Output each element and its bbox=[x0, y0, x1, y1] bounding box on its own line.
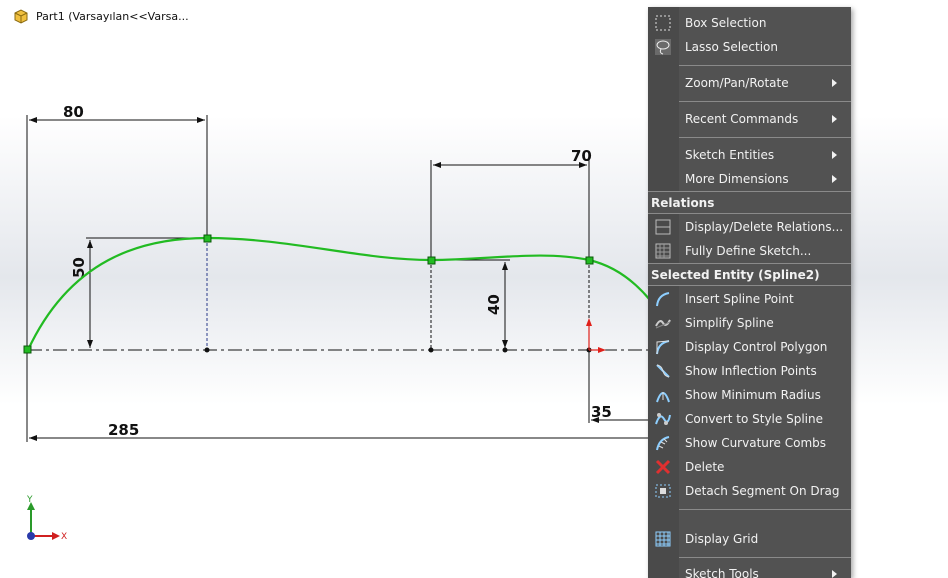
dimension-text-40[interactable]: 40 bbox=[485, 294, 503, 315]
menu-item-box-selection[interactable]: Box Selection bbox=[648, 11, 851, 35]
menu-item-label: Lasso Selection bbox=[685, 40, 778, 54]
menu-item-fully-define-sketch[interactable]: Fully Define Sketch... bbox=[648, 239, 851, 263]
menu-separator bbox=[679, 137, 851, 138]
spline-point[interactable] bbox=[427, 256, 436, 265]
submenu-arrow-icon bbox=[832, 175, 837, 183]
menu-item-delete[interactable]: Delete bbox=[648, 455, 851, 479]
submenu-arrow-icon bbox=[832, 570, 837, 578]
menu-item-label: Zoom/Pan/Rotate bbox=[685, 76, 789, 90]
menu-item-detach-segment-on-drag[interactable]: Detach Segment On Drag bbox=[648, 479, 851, 503]
menu-separator bbox=[679, 509, 851, 510]
menu-separator bbox=[679, 101, 851, 102]
menu-item-simplify-spline[interactable]: Simplify Spline bbox=[648, 311, 851, 335]
menu-item-lasso-selection[interactable]: Lasso Selection bbox=[648, 35, 851, 59]
menu-item-label: Recent Commands bbox=[685, 112, 799, 126]
dimension-text-285[interactable]: 285 bbox=[108, 421, 139, 439]
menu-item-label: Convert to Style Spline bbox=[685, 412, 823, 426]
control-polygon-icon bbox=[653, 337, 673, 357]
spline-point[interactable] bbox=[23, 345, 32, 354]
curvature-combs-icon bbox=[653, 433, 673, 453]
menu-item-label: Fully Define Sketch... bbox=[685, 244, 812, 258]
box-selection-icon bbox=[653, 13, 673, 33]
menu-item-label: Show Curvature Combs bbox=[685, 436, 827, 450]
x-axis-label: X bbox=[61, 532, 67, 542]
spline-curve[interactable] bbox=[27, 236, 651, 351]
submenu-arrow-icon bbox=[832, 115, 837, 123]
menu-item-recent-commands[interactable]: Recent Commands bbox=[648, 107, 851, 131]
menu-item-label: Display/Delete Relations... bbox=[685, 220, 844, 234]
menu-item-label: Detach Segment On Drag bbox=[685, 484, 840, 498]
simplify-spline-icon bbox=[653, 313, 673, 333]
menu-item-sketch-entities[interactable]: Sketch Entities bbox=[648, 143, 851, 167]
menu-item-zoom-pan-rotate[interactable]: Zoom/Pan/Rotate bbox=[648, 71, 851, 95]
menu-item-label: Simplify Spline bbox=[685, 316, 774, 330]
menu-item-label: More Dimensions bbox=[685, 172, 789, 186]
selected-entity-header: Selected Entity (Spline2) bbox=[648, 263, 851, 286]
submenu-arrow-icon bbox=[832, 79, 837, 87]
y-axis-label: Y bbox=[26, 495, 33, 505]
menu-item-convert-to-style-spline[interactable]: Convert to Style Spline bbox=[648, 407, 851, 431]
sketch-point[interactable] bbox=[502, 347, 508, 353]
insert-spline-point-icon bbox=[653, 289, 673, 309]
style-spline-icon bbox=[653, 409, 673, 429]
dimension-text-35[interactable]: 35 bbox=[591, 403, 612, 421]
menu-item-display-delete-relations[interactable]: Display/Delete Relations... bbox=[648, 215, 851, 239]
menu-item-display-grid[interactable]: Display Grid bbox=[648, 527, 851, 551]
detach-segment-icon bbox=[653, 481, 673, 501]
menu-item-label: Sketch Tools bbox=[685, 567, 759, 578]
menu-item-show-inflection-points[interactable]: Show Inflection Points bbox=[648, 359, 851, 383]
menu-item-label: Display Grid bbox=[685, 532, 759, 546]
menu-item-label: Show Minimum Radius bbox=[685, 388, 821, 402]
inflection-icon bbox=[653, 361, 673, 381]
delete-icon bbox=[653, 457, 673, 477]
menu-item-label: Sketch Entities bbox=[685, 148, 775, 162]
menu-item-label: Show Inflection Points bbox=[685, 364, 817, 378]
menu-item-display-control-polygon[interactable]: Display Control Polygon bbox=[648, 335, 851, 359]
relations-header: Relations bbox=[648, 191, 851, 214]
axis-triad: Y X bbox=[26, 495, 67, 542]
relations-icon bbox=[653, 217, 673, 237]
menu-item-insert-spline-point[interactable]: Insert Spline Point bbox=[648, 287, 851, 311]
menu-item-sketch-tools[interactable]: Sketch Tools bbox=[648, 562, 851, 578]
menu-separator bbox=[679, 65, 851, 66]
minimum-radius-icon bbox=[653, 385, 673, 405]
sketch-point[interactable] bbox=[204, 347, 210, 353]
menu-item-label: Insert Spline Point bbox=[685, 292, 794, 306]
menu-item-show-minimum-radius[interactable]: Show Minimum Radius bbox=[648, 383, 851, 407]
menu-item-label: Box Selection bbox=[685, 16, 767, 30]
sketch-point[interactable] bbox=[428, 347, 434, 353]
origin-arrows bbox=[586, 318, 606, 353]
menu-item-label: Delete bbox=[685, 460, 725, 474]
menu-item-show-curvature-combs[interactable]: Show Curvature Combs bbox=[648, 431, 851, 455]
submenu-arrow-icon bbox=[832, 151, 837, 159]
fully-define-icon bbox=[653, 241, 673, 261]
context-menu[interactable]: Box Selection Lasso Selection Zoom/Pan/R… bbox=[648, 7, 851, 578]
lasso-selection-icon bbox=[653, 37, 673, 57]
dimension-text-80[interactable]: 80 bbox=[63, 103, 84, 121]
menu-separator bbox=[679, 557, 851, 558]
dimension-text-70[interactable]: 70 bbox=[571, 147, 592, 165]
menu-item-label: Display Control Polygon bbox=[685, 340, 828, 354]
menu-item-more-dimensions[interactable]: More Dimensions bbox=[648, 167, 851, 191]
spline-point[interactable] bbox=[203, 234, 212, 243]
spline-point[interactable] bbox=[585, 256, 594, 265]
grid-icon bbox=[653, 529, 673, 549]
